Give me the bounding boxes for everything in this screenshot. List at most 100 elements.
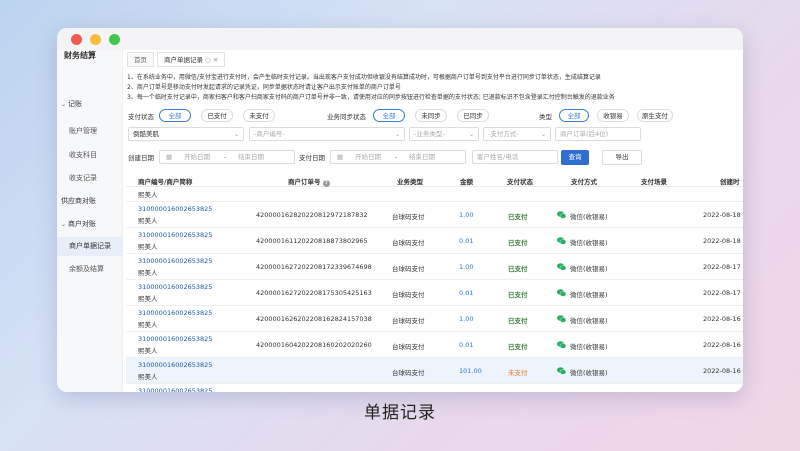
biz-type: 台球码支付 (392, 291, 425, 299)
pay-status-label: 支付状态 (128, 113, 154, 121)
merchant-no: 310000016002653825 (138, 309, 213, 317)
sync-status-unsynced[interactable]: 未同步 (415, 109, 447, 122)
pay-status-unpaid[interactable]: 未支付 (243, 109, 275, 122)
merchant-no-placeholder: -商户编号- (254, 130, 285, 138)
created-time: 2022-08-18 0 (703, 211, 743, 219)
pay-method-select[interactable]: -支付方式- ⌄ (483, 127, 551, 141)
pay-method-placeholder: -支付方式- (488, 130, 519, 138)
order-no: 420000162620220816282415703​8 (256, 315, 372, 323)
caption: 单据记录 (364, 403, 436, 423)
wechat-icon (557, 315, 566, 323)
refresh-icon[interactable]: ○ (205, 56, 211, 64)
amount: 0.01 (459, 341, 474, 349)
pay-method: 微信(收银易) (570, 317, 608, 325)
sidebar-item-accounts[interactable]: 账户管理 (57, 122, 123, 141)
sidebar-item-subjects[interactable]: 收支科目 (57, 146, 123, 165)
amount: 1.00 (459, 211, 474, 219)
end-date-placeholder: 结束日期 (238, 153, 264, 161)
tab-label: 商户单据记录 (164, 56, 203, 64)
col-order-no: 商户订单号 ? (288, 176, 330, 187)
sync-status-all[interactable]: 全部 (373, 109, 405, 122)
pay-status: 已支付 (508, 291, 528, 299)
wechat-icon (557, 211, 566, 219)
type-cashier[interactable]: 收银易 (597, 109, 629, 122)
end-date-placeholder: 结束日期 (409, 153, 435, 161)
create-date-range[interactable]: ▦ 开始日期 - 结束日期 (159, 150, 295, 164)
merchant-select[interactable]: 倒酷美肌 ⌄ (128, 127, 244, 141)
table-row[interactable]: 310000016002653825 熙美人 4200001611202208188… (126, 228, 743, 254)
pay-date-range[interactable]: ▦ 开始日期 - 结束日期 (330, 150, 466, 164)
biz-type: 台球码支付 (392, 317, 425, 325)
sidebar-group-merchant[interactable]: ⌄ 商户对账 (61, 219, 96, 229)
maximize-window-button[interactable] (109, 34, 120, 45)
biz-type: 台球码支付 (392, 265, 425, 273)
col-created: 创建时 (720, 178, 740, 186)
merchant-name: 熙美人 (138, 243, 158, 251)
biz-type-placeholder: -业务类型- (414, 130, 445, 138)
sidebar-item-balance[interactable]: 余额及结算 (57, 260, 123, 279)
table-header: 商户编号/商户简称 商户订单号 ? 业务类型 金额 支付状态 支付方式 支付场景… (126, 175, 743, 187)
records-table: 商户编号/商户简称 商户订单号 ? 业务类型 金额 支付状态 支付方式 支付场景… (126, 175, 743, 392)
merchant-no: 310000016002653825 (138, 361, 213, 369)
type-all[interactable]: 全部 (559, 109, 589, 122)
sync-status-synced[interactable]: 已同步 (457, 109, 489, 122)
chevron-down-icon: ⌄ (540, 131, 546, 138)
export-button[interactable]: 导出 (602, 150, 642, 165)
title-bar (57, 28, 743, 50)
pay-status: 已支付 (508, 213, 528, 221)
table-row[interactable]: 310000016002653825 熙美人 4200001604202208160… (126, 332, 743, 358)
pay-status-paid[interactable]: 已支付 (201, 109, 233, 122)
tab-merchant-records[interactable]: 商户单据记录 ○ ✕ (157, 52, 226, 67)
sidebar-item-merchant-records[interactable]: 商户单据记录 (57, 237, 123, 256)
table-row[interactable]: 310000016002653825 熙美人 4200001628202208129… (126, 202, 743, 228)
date-separator: - (224, 153, 227, 161)
merchant-no: 310000016002653825 (138, 335, 213, 343)
calendar-icon: ▦ (166, 153, 173, 161)
sidebar-item-records[interactable]: 收支记录 (57, 169, 123, 188)
calendar-icon: ▦ (337, 153, 344, 161)
query-button[interactable]: 查询 (561, 150, 589, 165)
table-row[interactable]: 310000016002653825熙美人台球码支付100.00未支付微信(收银… (126, 384, 743, 392)
sidebar: 财务结算 ⌄ 记账 账户管理 收支科目 收支记录 供应商对账 ⌄ 商户对账 商户单据… (57, 50, 123, 392)
app-title: 财务结算 (64, 51, 96, 60)
type-native[interactable]: 原生支付 (637, 109, 673, 122)
app-window: 财务结算 ⌄ 记账 账户管理 收支科目 收支记录 供应商对账 ⌄ 商户对账 商户单据… (57, 28, 743, 392)
table-row[interactable]: 310000016002653825 熙美人 台球码支付 101.00 未支付 微信(收银… (126, 358, 743, 384)
amount: 0.01 (459, 289, 474, 297)
pay-method: 微信(收银易) (570, 213, 608, 221)
tab-home[interactable]: 首页 (127, 52, 154, 67)
table-row[interactable]: 310000016002653825 熙美人 4200001627202208175… (126, 280, 743, 306)
chevron-down-icon: ⌄ (61, 221, 67, 228)
table-row[interactable]: 310000016002653825 熙美人 4200001626202208162… (126, 306, 743, 332)
pay-status-all[interactable]: 全部 (159, 109, 191, 122)
merchant-no: 310000016002653825 (138, 387, 213, 392)
amount: 1.00 (459, 315, 474, 323)
table-row[interactable]: 310000016002653825 熙美人 4200001627202208172… (126, 254, 743, 280)
pay-status: 已支付 (508, 343, 528, 351)
sync-status-label: 业务同步状态 (327, 113, 366, 121)
created-time: 2022-08-16 (703, 341, 741, 349)
col-biz-type: 业务类型 (397, 178, 423, 186)
order-no-input[interactable]: 商户订单(后4位) (555, 127, 641, 141)
close-icon[interactable]: ✕ (213, 56, 218, 64)
created-time: 2022-08-16 (703, 367, 741, 375)
merchant-no-select[interactable]: -商户编号- ⌄ (249, 127, 405, 141)
help-icon[interactable]: ? (322, 180, 330, 187)
biz-type: 台球码支付 (392, 239, 425, 247)
chevron-down-icon: ⌄ (394, 131, 400, 138)
created-time: 2022-08-17 (703, 289, 741, 297)
biz-type-select[interactable]: -业务类型- ⌄ (409, 127, 479, 141)
merchant-name: 熙美人 (138, 373, 158, 381)
pay-method: 微信(收银易) (570, 343, 608, 351)
note-line: 2、商户订单号是移动支付时发起请求的记录凭证，同步单据状态时请让客户出示支付账单… (127, 84, 401, 91)
order-no: 420000160420220816020202026​0 (256, 341, 372, 349)
wechat-icon (557, 237, 566, 245)
instructions: 1、在系统业务中，用微信/支付宝进行支付时，会产生临时支付记录。当出现客户支付成… (127, 73, 739, 103)
minimize-window-button[interactable] (90, 34, 101, 45)
customer-input[interactable]: 客户姓名/电话 (472, 150, 558, 164)
merchant-no: 310000016002653825 (138, 283, 213, 291)
chevron-down-icon: ⌄ (61, 101, 67, 108)
close-window-button[interactable] (71, 34, 82, 45)
sidebar-group-bookkeeping[interactable]: ⌄ 记账 (61, 99, 82, 109)
sidebar-group-supplier[interactable]: 供应商对账 (61, 196, 96, 206)
